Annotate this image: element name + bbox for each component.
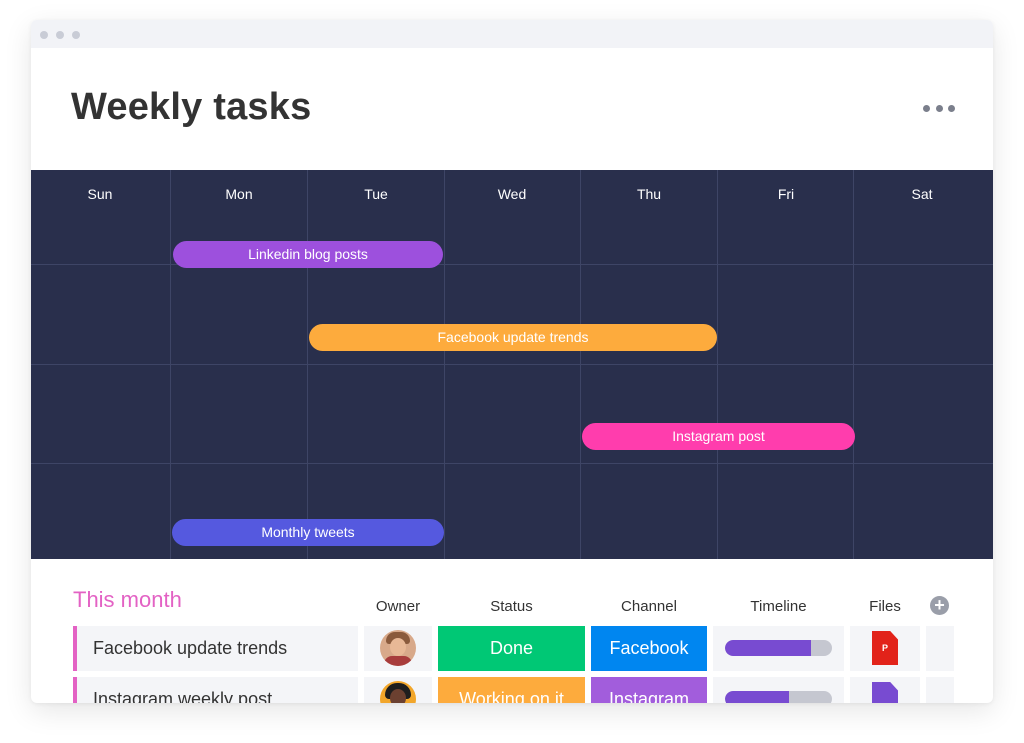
day-header-sun: Sun — [87, 186, 113, 202]
files-cell[interactable] — [850, 677, 920, 703]
grid-line — [31, 364, 993, 365]
files-cell[interactable]: P — [850, 626, 920, 671]
task-bar-instagram[interactable]: Instagram post — [582, 423, 855, 450]
owner-cell[interactable] — [364, 626, 432, 671]
table-row-name[interactable]: Instagram weekly post — [73, 677, 358, 703]
pdf-file-icon[interactable]: P — [872, 631, 898, 665]
avatar — [380, 630, 416, 666]
day-header-thu: Thu — [636, 186, 662, 202]
timeline-track — [725, 691, 832, 703]
owner-cell[interactable] — [364, 677, 432, 703]
task-bar-linkedin[interactable]: Linkedin blog posts — [173, 241, 443, 268]
group-title[interactable]: This month — [73, 587, 182, 613]
window-dot — [72, 31, 80, 39]
ellipsis-icon[interactable] — [923, 96, 955, 120]
empty-cell — [926, 677, 954, 703]
app-window: Weekly tasks Sun Mon Tue Wed Thu Fri Sat… — [31, 20, 993, 703]
column-header-files[interactable]: Files — [850, 598, 920, 615]
status-cell[interactable]: Done — [438, 626, 585, 671]
column-header-owner[interactable]: Owner — [364, 598, 432, 615]
channel-cell[interactable]: Instagram — [591, 677, 707, 703]
timeline-cell[interactable] — [713, 677, 844, 703]
avatar — [380, 681, 416, 703]
status-cell[interactable]: Working on it — [438, 677, 585, 703]
day-header-wed: Wed — [497, 186, 527, 202]
day-header-tue: Tue — [364, 186, 388, 202]
timeline-cell[interactable] — [713, 626, 844, 671]
day-header-sat: Sat — [911, 186, 933, 202]
window-dot — [56, 31, 64, 39]
column-header-timeline[interactable]: Timeline — [713, 598, 844, 615]
channel-cell[interactable]: Facebook — [591, 626, 707, 671]
task-bar-facebook[interactable]: Facebook update trends — [309, 324, 717, 351]
day-header-mon: Mon — [225, 186, 253, 202]
column-header-channel[interactable]: Channel — [591, 598, 707, 615]
timeline-track — [725, 640, 832, 656]
empty-cell — [926, 626, 954, 671]
video-file-icon[interactable] — [872, 682, 898, 703]
window-dot — [40, 31, 48, 39]
timeline-fill — [725, 691, 790, 703]
grid-line — [31, 463, 993, 464]
task-bar-tweets[interactable]: Monthly tweets — [172, 519, 444, 546]
column-header-status[interactable]: Status — [438, 598, 585, 615]
timeline-fill — [725, 640, 811, 656]
weekly-calendar: Sun Mon Tue Wed Thu Fri Sat Linkedin blo… — [31, 170, 993, 559]
table-row-name[interactable]: Facebook update trends — [73, 626, 358, 671]
window-titlebar — [31, 20, 993, 48]
page-title: Weekly tasks — [71, 86, 312, 128]
day-header-fri: Fri — [777, 186, 795, 202]
grid-line — [31, 264, 993, 265]
plus-circle-icon[interactable]: + — [930, 596, 949, 615]
